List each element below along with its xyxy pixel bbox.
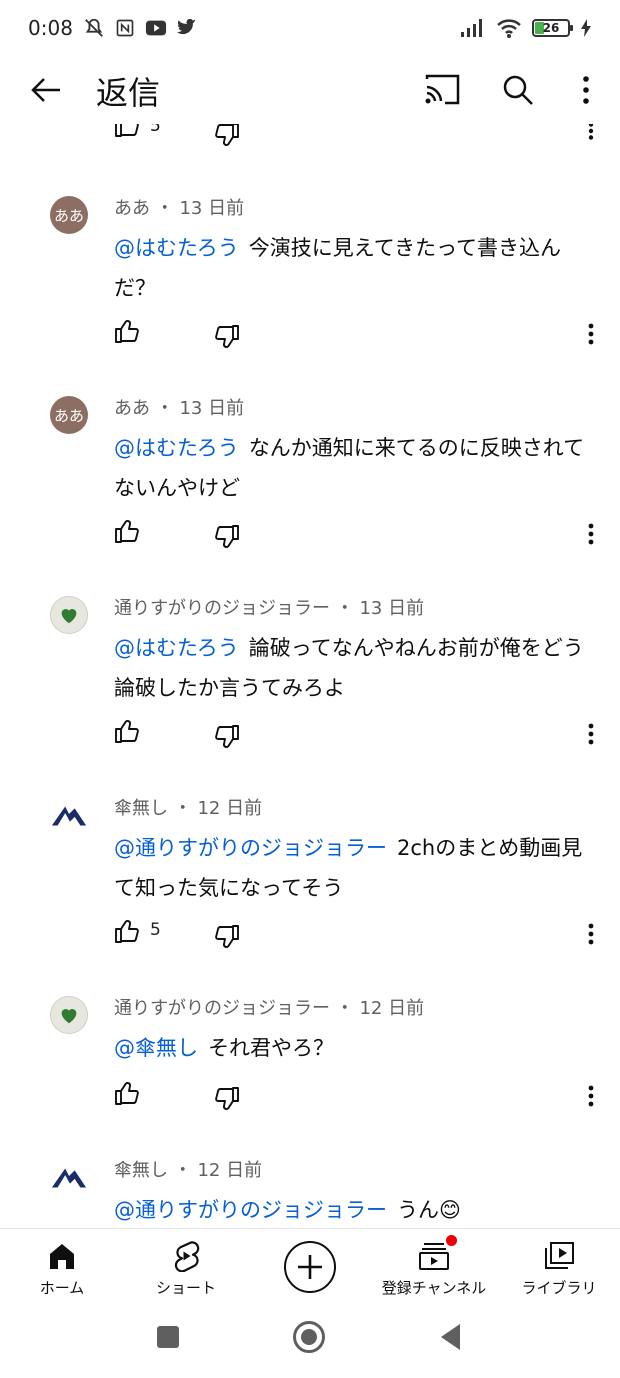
- subscriptions-icon: [419, 1243, 449, 1270]
- comment-time: 13 日前: [359, 598, 425, 619]
- comment-item: 傘無し ・ 12 日前 @通りすがりのジョジョラー うん😊: [0, 1086, 620, 1228]
- nav-shorts[interactable]: ショート: [140, 1229, 232, 1307]
- comment-meta: ああ ・ 13 日前: [114, 198, 245, 219]
- comment-meta: 傘無し ・ 12 日前: [114, 798, 263, 819]
- avatar[interactable]: [50, 1158, 88, 1196]
- back-button[interactable]: [26, 70, 66, 110]
- comment-body: それ君やろ？: [208, 1036, 334, 1060]
- comment-time: 13 日前: [179, 398, 245, 419]
- nav-library[interactable]: ライブラリ: [514, 1229, 604, 1307]
- comment-author[interactable]: ああ: [114, 198, 150, 219]
- square-icon: [157, 1326, 179, 1348]
- avatar[interactable]: [50, 796, 88, 834]
- comment-meta: 通りすがりのジョジョラー ・ 12 日前: [114, 998, 425, 1019]
- avatar[interactable]: [50, 596, 88, 634]
- comment-meta: ああ ・ 13 日前: [114, 398, 245, 419]
- bell-off-icon: [85, 18, 103, 37]
- comment-meta: 通りすがりのジョジョラー ・ 13 日前: [114, 598, 425, 619]
- mention-link[interactable]: @はむたろう: [114, 436, 239, 460]
- comment-meta: 傘無し ・ 12 日前: [114, 1160, 263, 1181]
- mention-link[interactable]: @通りすがりのジョジョラー: [114, 1198, 387, 1222]
- more-vert-icon: [583, 76, 589, 104]
- status-bar: 0:08 26: [0, 0, 620, 56]
- avatar[interactable]: [50, 996, 88, 1034]
- twitter-icon: [176, 19, 197, 35]
- avatar[interactable]: ああ: [50, 396, 88, 434]
- home-icon: [50, 1244, 74, 1269]
- clock: 0:08: [28, 16, 73, 40]
- comment-time: 12 日前: [197, 798, 263, 819]
- heart-icon: [61, 1009, 77, 1024]
- notification-dot: [446, 1235, 457, 1246]
- system-navigation: [0, 1306, 620, 1378]
- signal-icon: [461, 19, 482, 37]
- nav-label: ライブラリ: [521, 1279, 597, 1297]
- comment-text: @はむたろう なんか通知に来てるのに反映されてないんやけど: [114, 428, 600, 508]
- cast-icon: [425, 74, 460, 105]
- comment-item: 傘無し ・ 12 日前 @通りすがりのジョジョラー 2chのまとめ動画見て知った気…: [0, 724, 620, 948]
- search-icon: [503, 75, 533, 105]
- recent-apps-button[interactable]: [155, 1324, 181, 1350]
- battery-indicator: 26: [532, 19, 573, 37]
- comment-item: ああ ああ ・ 13 日前 @はむたろう なんか通知に来てるのに反映されてないんや…: [0, 324, 620, 548]
- more-options-button[interactable]: [566, 70, 606, 110]
- heart-icon: [61, 609, 77, 624]
- comment-author[interactable]: 傘無し: [114, 798, 168, 819]
- nav-label: ホーム: [39, 1279, 85, 1297]
- circle-icon: [293, 1321, 325, 1353]
- arrow-left-icon: [31, 78, 60, 102]
- youtube-icon: [145, 20, 167, 36]
- comment-text: @傘無し それ君やろ？: [114, 1028, 600, 1068]
- comment-item: 通りすがりのジョジョラー ・ 13 日前 @はむたろう 論破ってなんやねんお前が俺…: [0, 524, 620, 748]
- channel-logo-icon: [51, 1168, 87, 1188]
- wifi-icon: [497, 19, 521, 38]
- mention-link[interactable]: @傘無し: [114, 1036, 198, 1060]
- comment-time: 12 日前: [197, 1160, 263, 1181]
- comment-body: うん😊: [397, 1198, 461, 1222]
- comment-author[interactable]: ああ: [114, 398, 150, 419]
- nav-home[interactable]: ホーム: [22, 1229, 102, 1307]
- app-bar: 返信: [0, 56, 620, 124]
- bottom-navigation: ホーム ショート 登録チャンネル ライブラリ: [0, 1228, 620, 1306]
- comment-time: 13 日前: [179, 198, 245, 219]
- home-system-button[interactable]: [292, 1320, 326, 1354]
- comment-author[interactable]: 通りすがりのジョジョラー: [114, 598, 330, 619]
- nfc-icon: [116, 19, 134, 37]
- nav-label: 登録チャンネル: [381, 1279, 487, 1297]
- create-button[interactable]: [284, 1241, 336, 1293]
- channel-logo-icon: [51, 806, 87, 826]
- nav-subscriptions[interactable]: 登録チャンネル: [374, 1229, 494, 1307]
- comment-item: ああ ああ ・ 13 日前 @はむたろう 今演技に見えてきたって書き込んだ？: [0, 124, 620, 348]
- plus-icon: [298, 1255, 322, 1279]
- mention-link[interactable]: @はむたろう: [114, 636, 239, 660]
- nav-label: ショート: [155, 1279, 216, 1297]
- triangle-back-icon: [441, 1324, 460, 1350]
- charging-icon: [581, 19, 591, 37]
- replies-list: 5 ああ ああ ・ 13 日前 @はむたろう 今演技に見えてきたって書き込んだ？ …: [0, 124, 620, 1228]
- back-system-button[interactable]: [438, 1322, 464, 1352]
- avatar[interactable]: ああ: [50, 196, 88, 234]
- mention-link[interactable]: @はむたろう: [114, 236, 239, 260]
- comment-author[interactable]: 通りすがりのジョジョラー: [114, 998, 330, 1019]
- mention-link[interactable]: @通りすがりのジョジョラー: [114, 836, 387, 860]
- cast-button[interactable]: [422, 70, 462, 110]
- page-title: 返信: [96, 74, 161, 112]
- comment-time: 12 日前: [359, 998, 425, 1019]
- search-button[interactable]: [498, 70, 538, 110]
- comment-text: @通りすがりのジョジョラー 2chのまとめ動画見て知った気になってそう: [114, 828, 600, 908]
- comment-author[interactable]: 傘無し: [114, 1160, 168, 1181]
- comment-text: @はむたろう 今演技に見えてきたって書き込んだ？: [114, 228, 600, 308]
- comment-text: @通りすがりのジョジョラー うん😊: [114, 1190, 600, 1228]
- library-icon: [545, 1242, 574, 1269]
- shorts-icon: [174, 1241, 200, 1272]
- comment-text: @はむたろう 論破ってなんやねんお前が俺をどう論破したか言うてみろよ: [114, 628, 600, 708]
